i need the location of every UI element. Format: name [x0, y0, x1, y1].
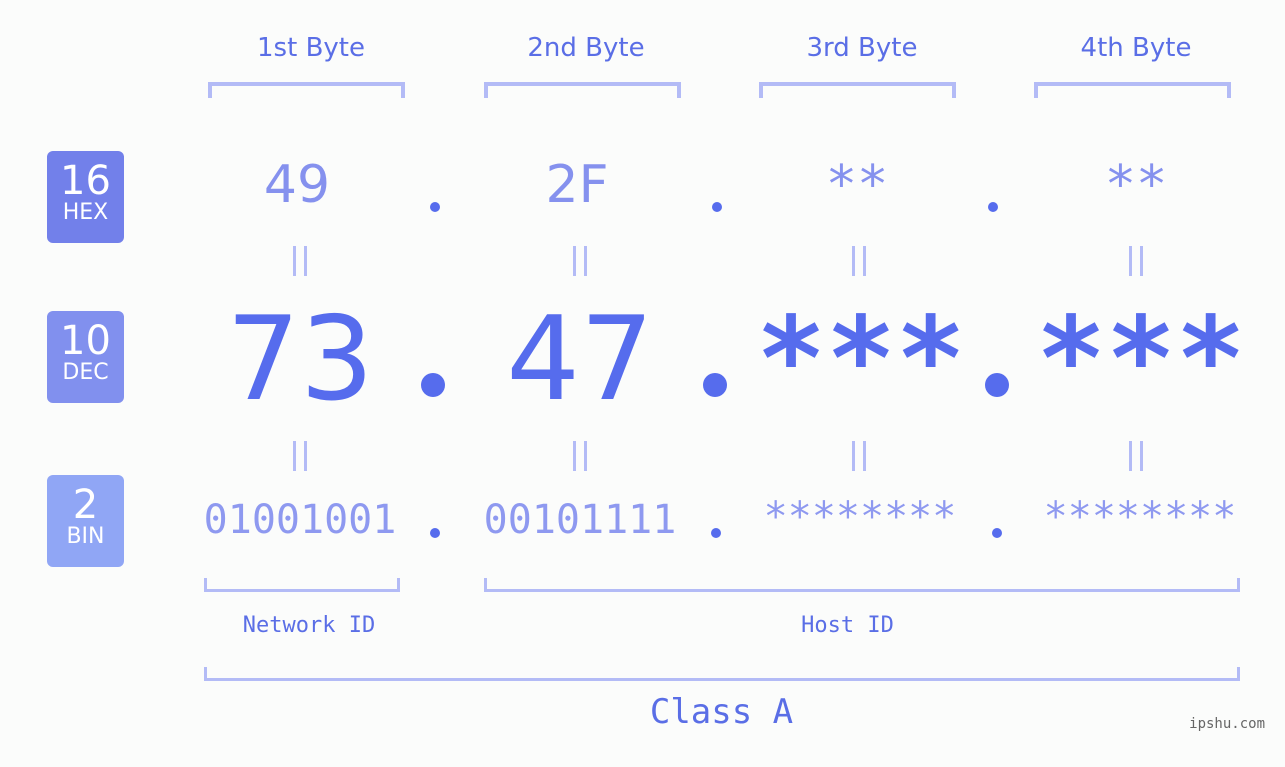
equals-icon	[1129, 441, 1143, 471]
hex-badge-base: 16	[60, 158, 111, 204]
class-bracket	[204, 667, 1240, 681]
bin-byte-1: 01001001	[203, 497, 397, 543]
byte-bracket-4	[1034, 82, 1231, 98]
watermark: ipshu.com	[1189, 716, 1265, 732]
dec-separator-dot	[703, 373, 727, 397]
byte-bracket-2	[484, 82, 681, 98]
dec-badge-label: DEC	[62, 360, 109, 385]
bin-byte-2: 00101111	[483, 497, 677, 543]
equals-icon	[852, 246, 866, 276]
dec-badge-base: 10	[60, 318, 111, 364]
dec-separator-dot	[985, 373, 1009, 397]
equals-icon	[573, 441, 587, 471]
hex-byte-3: **	[825, 155, 889, 215]
dec-byte-1: 73	[226, 292, 374, 427]
network-id-bracket	[204, 578, 400, 592]
byte-label-2: 2nd Byte	[527, 33, 645, 63]
dec-byte-2: 47	[506, 292, 654, 427]
hex-byte-4: **	[1104, 155, 1168, 215]
hex-byte-2: 2F	[545, 155, 609, 215]
bin-separator-dot	[711, 528, 721, 538]
class-label: Class A	[649, 692, 794, 732]
hex-separator-dot	[430, 202, 440, 212]
equals-icon	[293, 441, 307, 471]
hex-byte-1: 49	[263, 155, 331, 215]
dec-byte-4: ***	[1036, 292, 1246, 427]
bin-badge: 2 BIN	[47, 475, 124, 567]
bin-separator-dot	[430, 528, 440, 538]
hex-separator-dot	[988, 202, 998, 212]
hex-badge: 16 HEX	[47, 151, 124, 243]
dec-byte-3: ***	[756, 292, 966, 427]
byte-bracket-3	[759, 82, 956, 98]
equals-icon	[852, 441, 866, 471]
host-id-label: Host ID	[801, 613, 894, 638]
equals-icon	[1129, 246, 1143, 276]
hex-badge-label: HEX	[62, 200, 109, 225]
dec-badge: 10 DEC	[47, 311, 124, 403]
byte-label-1: 1st Byte	[257, 33, 365, 63]
dec-separator-dot	[421, 373, 445, 397]
equals-icon	[293, 246, 307, 276]
byte-label-4: 4th Byte	[1080, 33, 1192, 63]
bin-byte-4: ********	[1043, 494, 1237, 540]
bin-badge-base: 2	[72, 482, 99, 528]
equals-icon	[573, 246, 587, 276]
bin-byte-3: ********	[763, 494, 957, 540]
byte-label-3: 3rd Byte	[806, 33, 918, 63]
bin-separator-dot	[992, 528, 1002, 538]
host-id-bracket	[484, 578, 1240, 592]
byte-bracket-1	[208, 82, 405, 98]
hex-separator-dot	[712, 202, 722, 212]
bin-badge-label: BIN	[66, 524, 105, 549]
network-id-label: Network ID	[242, 613, 376, 638]
